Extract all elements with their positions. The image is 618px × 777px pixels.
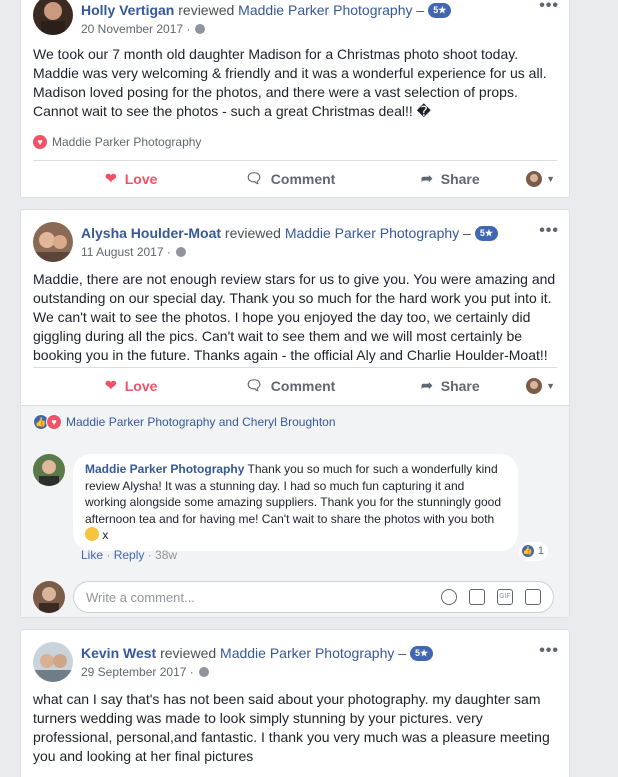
comment-time[interactable]: 38w: [155, 548, 177, 562]
rating-badge: 5★: [410, 646, 434, 661]
smile-emoji-icon: [85, 527, 99, 541]
more-options-button[interactable]: •••: [539, 0, 559, 15]
globe-icon: [198, 667, 209, 677]
reviewed-verb: reviewed: [156, 645, 221, 661]
post-header: Kevin West reviewed Maddie Parker Photog…: [33, 642, 434, 682]
avatar: [33, 581, 65, 613]
like-link[interactable]: Like: [81, 548, 103, 562]
avatar[interactable]: [33, 642, 73, 682]
camera-icon[interactable]: [469, 589, 485, 605]
reply-link[interactable]: Reply: [114, 548, 145, 562]
reviewed-verb: reviewed: [221, 225, 285, 241]
avatar[interactable]: [33, 454, 65, 486]
sticker-icon[interactable]: [525, 589, 541, 605]
comment-input[interactable]: Write a comment... GIF: [73, 581, 554, 613]
heart-icon: ♥: [46, 414, 62, 430]
page-tag[interactable]: ♥ Maddie Parker Photography: [33, 135, 201, 149]
page-link[interactable]: Maddie Parker Photography: [238, 2, 412, 18]
share-button[interactable]: ➦ Share: [421, 170, 480, 187]
dash: –: [412, 2, 425, 18]
heart-icon: ❤: [105, 170, 117, 186]
review-text: Maddie, there are not enough review star…: [33, 271, 556, 363]
post-date[interactable]: 20 November 2017 ·: [81, 22, 190, 36]
post-date[interactable]: 29 September 2017 ·: [81, 665, 194, 679]
review-post: Alysha Houlder-Moat reviewed Maddie Park…: [20, 209, 570, 618]
more-options-button[interactable]: •••: [539, 222, 559, 240]
gif-icon[interactable]: GIF: [497, 589, 513, 605]
rating-badge: 5★: [428, 3, 452, 18]
comment-button[interactable]: 🗨 Comment: [245, 170, 335, 187]
share-icon: ➦: [421, 170, 433, 186]
comment-reactions[interactable]: 👍 1: [518, 542, 548, 561]
review-post: Holly Vertigan reviewed Maddie Parker Ph…: [20, 0, 570, 198]
dash: –: [459, 225, 471, 241]
comments-section: 👍 ♥ Maddie Parker Photography and Cheryl…: [21, 405, 569, 617]
reactions-summary[interactable]: 👍 ♥ Maddie Parker Photography and Cheryl…: [33, 414, 336, 430]
review-post: Kevin West reviewed Maddie Parker Photog…: [20, 629, 570, 777]
globe-icon: [175, 247, 186, 257]
chevron-down-icon: ▼: [546, 173, 555, 184]
page-tag-label: Maddie Parker Photography: [52, 135, 202, 149]
commenter-name[interactable]: Maddie Parker Photography: [85, 462, 244, 476]
post-header: Alysha Houlder-Moat reviewed Maddie Park…: [33, 222, 498, 262]
post-date[interactable]: 11 August 2017 ·: [81, 245, 171, 259]
comment-bubble: Maddie Parker Photography Thank you so m…: [73, 454, 548, 561]
reviewer-name[interactable]: Holly Vertigan: [81, 2, 174, 18]
identity-selector[interactable]: ▼: [526, 170, 555, 187]
reviewed-verb: reviewed: [174, 2, 239, 18]
comment: Maddie Parker Photography Thank you so m…: [33, 454, 548, 561]
love-button[interactable]: ❤ Love: [105, 170, 157, 187]
avatar[interactable]: [33, 0, 73, 35]
heart-icon: ♥: [33, 135, 47, 149]
rating-badge: 5★: [474, 226, 498, 241]
action-bar: ❤ Love 🗨 Comment ➦ Share ▼: [33, 160, 557, 196]
review-text: what can I say that's has not been said …: [33, 691, 550, 764]
globe-icon: [195, 24, 206, 34]
avatar: [526, 170, 543, 187]
page-link[interactable]: Maddie Parker Photography: [220, 645, 394, 661]
reviewer-name[interactable]: Alysha Houlder-Moat: [81, 225, 221, 241]
reviewer-name[interactable]: Kevin West: [81, 645, 156, 661]
review-text: We took our 7 month old daughter Madison…: [33, 46, 547, 119]
emoji-icon[interactable]: [441, 589, 457, 605]
page-link[interactable]: Maddie Parker Photography: [285, 225, 459, 241]
more-options-button[interactable]: •••: [539, 642, 559, 660]
comment-icon: 🗨: [245, 170, 263, 186]
dash: –: [394, 645, 407, 661]
post-header: Holly Vertigan reviewed Maddie Parker Ph…: [33, 0, 452, 36]
avatar[interactable]: [33, 222, 73, 262]
like-icon: 👍: [520, 544, 535, 559]
comment-actions: Like · Reply · 38w: [81, 548, 178, 562]
comment-composer: Write a comment... GIF: [33, 581, 554, 613]
